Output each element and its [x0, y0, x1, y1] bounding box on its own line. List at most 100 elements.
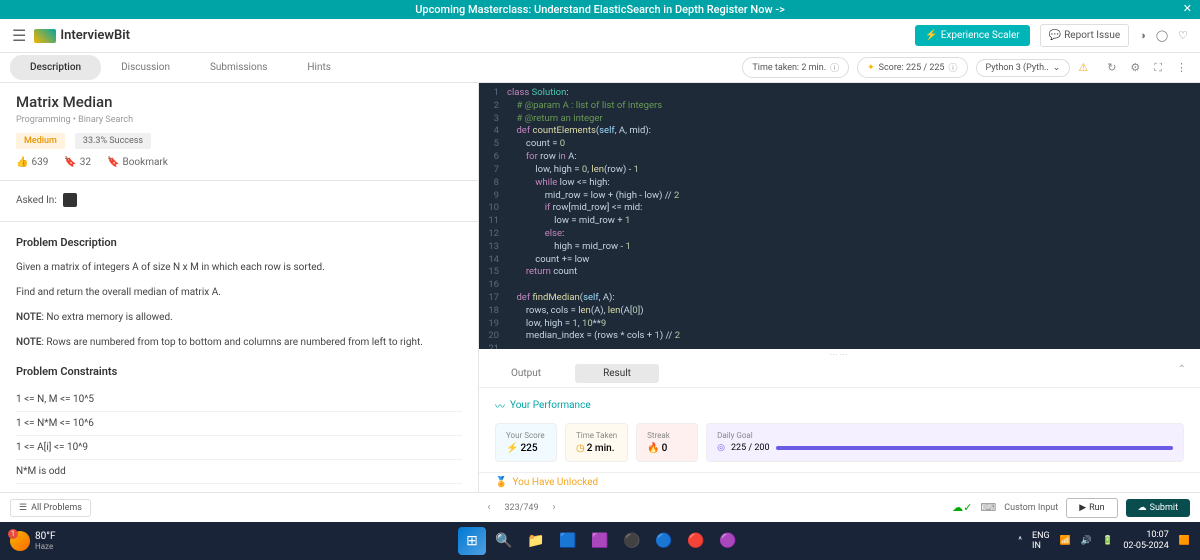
app-icon[interactable]: 🔵	[650, 527, 678, 555]
experience-label: Experience Scaler	[941, 30, 1020, 41]
promo-banner[interactable]: Upcoming Masterclass: Understand Elastic…	[0, 0, 1200, 19]
performance-section: 〰Your Performance Your Score⚡225 Time Ta…	[479, 387, 1200, 472]
clock-icon: ◷	[576, 443, 585, 454]
hamburger-icon[interactable]: ☰	[12, 26, 26, 45]
pulse-icon: 〰	[495, 398, 505, 413]
asked-label: Asked In:	[16, 195, 57, 206]
logo-icon	[34, 29, 56, 43]
info-icon[interactable]: ⓘ	[830, 61, 839, 74]
card-value: 0	[662, 443, 668, 454]
output-tabs: Output Result ⌃	[479, 360, 1200, 387]
taskbar-apps: ⊞ 🔍 📁 🟦 🟪 ⚫ 🔵 🔴 🟣	[458, 527, 742, 555]
prev-button[interactable]: ‹	[481, 500, 496, 515]
time-card: Time Taken◷2 min.	[565, 423, 628, 462]
close-icon[interactable]: ✕	[1183, 2, 1192, 15]
copilot-icon[interactable]: 🟧	[1179, 536, 1190, 546]
company-icon[interactable]	[63, 193, 77, 207]
explorer-icon[interactable]: 📁	[522, 527, 550, 555]
bolt-icon: ⚡	[506, 443, 518, 454]
bookmark-count[interactable]: 🔖 32	[64, 157, 91, 168]
tray-chevron-icon[interactable]: ^	[1018, 536, 1022, 546]
submit-label: Submit	[1150, 503, 1178, 513]
language-dropdown[interactable]: Python 3 (Pyth.. ⌄	[976, 59, 1071, 77]
asked-in: Asked In:	[16, 193, 462, 207]
chevron-down-icon: ⌄	[1053, 63, 1061, 73]
notification-icon[interactable]: ♡	[1178, 29, 1188, 42]
info-icon[interactable]: ⓘ	[949, 61, 958, 74]
constraint: 1 <= N*M <= 10^6	[16, 412, 462, 436]
logo[interactable]: InterviewBit	[34, 28, 130, 43]
card-value: 225 / 200	[731, 443, 770, 453]
star-icon: ✦	[867, 63, 875, 73]
app-icon[interactable]: 🟪	[586, 527, 614, 555]
experience-scaler-button[interactable]: ⚡ Experience Scaler	[915, 25, 1029, 46]
volume-icon[interactable]: 🔊	[1081, 536, 1092, 546]
search-icon[interactable]: 🔍	[490, 527, 518, 555]
settings-icon[interactable]: ⚙	[1130, 61, 1140, 74]
score-pill: ✦Score: 225 / 225ⓘ	[857, 57, 967, 78]
code-panel: 1class Solution:2 # @param A : list of l…	[478, 83, 1200, 492]
desc-note: NOTE: No extra memory is allowed.	[16, 309, 462, 326]
reset-icon[interactable]: ↻	[1107, 61, 1116, 74]
more-icon[interactable]: ⋮	[1176, 61, 1187, 74]
bookmark-button[interactable]: 🔖 Bookmark	[107, 157, 168, 168]
temp: 80°F	[35, 531, 56, 542]
weather-widget[interactable]: 1 80°FHaze	[10, 531, 56, 551]
custom-input-button[interactable]: Custom Input	[1004, 503, 1058, 513]
fullscreen-icon[interactable]: ⛶	[1154, 61, 1162, 75]
card-value: 2 min.	[587, 443, 615, 454]
bottom-bar: ☰ All Problems ‹ 323/749 › ☁✓ ⌨ Custom I…	[0, 492, 1200, 522]
code-editor[interactable]: 1class Solution:2 # @param A : list of l…	[479, 83, 1200, 349]
next-button[interactable]: ›	[547, 500, 562, 515]
goal-card: Daily Goal◎225 / 200	[706, 423, 1184, 462]
logo-text: InterviewBit	[60, 28, 130, 43]
bm-count: 32	[80, 157, 91, 168]
chrome-icon[interactable]: 🔴	[682, 527, 710, 555]
profile-icon[interactable]: ◯	[1156, 29, 1168, 42]
time-text: Time taken: 2 min.	[752, 63, 826, 73]
check-icon[interactable]: ☁✓	[952, 501, 972, 514]
all-problems-button[interactable]: ☰ All Problems	[10, 499, 91, 517]
card-label: Your Score	[506, 431, 546, 440]
breadcrumb[interactable]: Programming • Binary Search	[16, 115, 462, 125]
language-indicator[interactable]: ENGIN	[1032, 531, 1050, 551]
tab-description[interactable]: Description	[10, 55, 101, 80]
tab-output[interactable]: Output	[483, 364, 569, 383]
success-rate: 33.3% Success	[75, 133, 151, 149]
clock[interactable]: 10:0702-05-2024	[1123, 530, 1168, 552]
app-icon[interactable]: 🟦	[554, 527, 582, 555]
streak-card: Streak🔥0	[636, 423, 698, 462]
tab-hints[interactable]: Hints	[287, 55, 351, 80]
tabs-row: Description Discussion Submissions Hints…	[0, 53, 1200, 83]
app-icon[interactable]: ⚫	[618, 527, 646, 555]
start-icon[interactable]: ⊞	[458, 527, 486, 555]
wifi-icon[interactable]: 📶	[1060, 536, 1071, 546]
lang-text: Python 3 (Pyth..	[986, 63, 1049, 73]
topbar: ☰ InterviewBit ⚡ Experience Scaler 💬 Rep…	[0, 19, 1200, 53]
battery-icon[interactable]: 🔋	[1102, 536, 1113, 546]
bm-label: Bookmark	[122, 157, 167, 168]
warning-icon[interactable]: ⚠	[1078, 61, 1088, 74]
constraint: N*M is odd	[16, 460, 462, 484]
difficulty-badge: Medium	[16, 133, 65, 149]
tab-result[interactable]: Result	[575, 364, 659, 383]
score-card: Your Score⚡225	[495, 423, 557, 462]
submit-button[interactable]: ☁ Submit	[1126, 499, 1190, 517]
collapse-icon[interactable]: ⌃	[1178, 364, 1196, 383]
like-button[interactable]: 👍 639	[16, 157, 48, 168]
constraint: 1 <= A[i] <= 10^9	[16, 436, 462, 460]
shortcuts-icon[interactable]: ⌨	[980, 501, 996, 514]
run-button[interactable]: ▶ Run	[1066, 498, 1117, 518]
tab-submissions[interactable]: Submissions	[190, 55, 287, 80]
run-label: Run	[1089, 503, 1104, 513]
nav-count: 323/749	[504, 503, 538, 513]
tab-discussion[interactable]: Discussion	[101, 55, 190, 80]
report-issue-button[interactable]: 💬 Report Issue	[1040, 24, 1129, 47]
condition: Haze	[35, 542, 56, 551]
windows-taskbar[interactable]: 1 80°FHaze ⊞ 🔍 📁 🟦 🟪 ⚫ 🔵 🔴 🟣 ^ ENGIN 📶 🔊…	[0, 522, 1200, 560]
problem-title: Matrix Median	[16, 93, 462, 111]
theme-icon[interactable]: ◑	[1139, 29, 1146, 42]
resize-handle[interactable]: ⋯⋯	[479, 349, 1200, 360]
card-label: Streak	[647, 431, 687, 440]
app-icon[interactable]: 🟣	[714, 527, 742, 555]
